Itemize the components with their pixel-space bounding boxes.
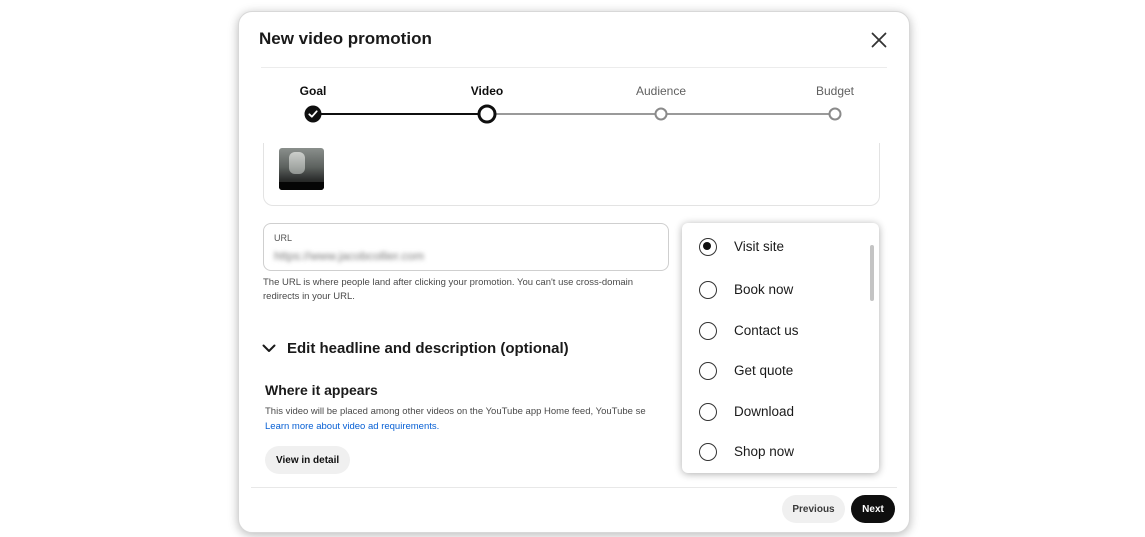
step-node-video — [477, 104, 497, 124]
menu-option-book-now[interactable]: Book now — [682, 272, 868, 308]
radio-checked-icon[interactable] — [699, 238, 717, 256]
menu-option-visit-site[interactable]: Visit site — [682, 229, 868, 265]
radio-unchecked-icon[interactable] — [699, 443, 717, 461]
menu-option-label: Contact us — [734, 323, 799, 338]
where-it-appears-description: This video will be placed among other vi… — [265, 406, 646, 417]
step-label-budget: Budget — [815, 84, 855, 98]
radio-unchecked-icon[interactable] — [699, 362, 717, 380]
url-help-text: The URL is where people land after click… — [263, 277, 634, 302]
chevron-down-icon — [262, 344, 276, 352]
step-node-budget — [828, 107, 842, 121]
video-thumbnail — [279, 148, 324, 190]
menu-option-download[interactable]: Download — [682, 394, 868, 430]
edit-headline-toggle[interactable]: Edit headline and description (optional) — [261, 336, 569, 360]
edit-headline-label: Edit headline and description (optional) — [287, 339, 569, 357]
video-ad-requirements-link[interactable]: Learn more about video ad requirements. — [265, 421, 439, 432]
call-to-action-menu: Visit site Book now Contact us Get quote… — [682, 223, 879, 473]
radio-unchecked-icon[interactable] — [699, 322, 717, 340]
menu-option-get-quote[interactable]: Get quote — [682, 353, 868, 389]
url-field-label: URL — [274, 233, 293, 243]
view-in-detail-button[interactable]: View in detail — [265, 446, 351, 474]
close-icon[interactable] — [867, 28, 891, 52]
menu-option-contact-us[interactable]: Contact us — [682, 313, 868, 349]
step-node-goal — [304, 105, 322, 123]
selected-video-card — [263, 143, 880, 206]
menu-option-shop-now[interactable]: Shop now — [682, 434, 868, 470]
next-button[interactable]: Next — [851, 495, 895, 523]
menu-scrollbar[interactable] — [870, 245, 874, 301]
radio-unchecked-icon[interactable] — [699, 281, 717, 299]
step-label-goal: Goal — [299, 84, 327, 98]
footer-divider — [251, 487, 897, 488]
menu-option-label: Shop now — [734, 444, 795, 459]
menu-option-label: Get quote — [734, 363, 794, 378]
header-divider — [261, 67, 887, 68]
url-field[interactable]: URL https://www.jacobcollier.com — [263, 223, 669, 271]
menu-option-label: Book now — [734, 282, 794, 297]
step-node-audience — [654, 107, 668, 121]
dialog-title: New video promotion — [259, 29, 432, 48]
checkmark-icon — [308, 110, 318, 118]
menu-option-label: Visit site — [734, 239, 785, 254]
where-it-appears-title: Where it appears — [265, 382, 378, 398]
radio-unchecked-icon[interactable] — [699, 403, 717, 421]
step-connector-done — [313, 113, 487, 115]
step-label-video: Video — [470, 84, 504, 98]
menu-option-label: Download — [734, 404, 795, 419]
step-label-audience: Audience — [635, 84, 687, 98]
previous-button[interactable]: Previous — [782, 495, 845, 523]
url-field-value[interactable]: https://www.jacobcollier.com — [274, 249, 424, 263]
